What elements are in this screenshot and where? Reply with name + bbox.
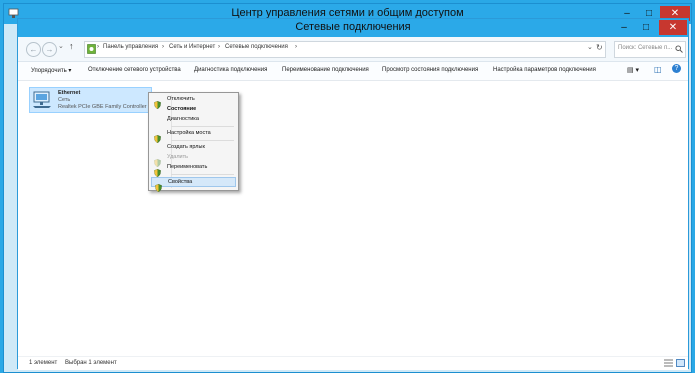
context-menu-separator bbox=[171, 174, 234, 175]
search-input[interactable]: Поиск: Сетевые п... bbox=[614, 41, 686, 58]
context-menu-item: Удалить bbox=[151, 153, 236, 168]
context-menu-item[interactable]: Настройка моста bbox=[151, 129, 236, 144]
status-item-count: 1 элемент bbox=[29, 360, 58, 366]
uac-shield-icon bbox=[154, 96, 161, 110]
context-menu-item[interactable]: Создать ярлык bbox=[151, 143, 236, 153]
recent-locations-button[interactable]: ⌄ bbox=[58, 42, 64, 50]
status-bar: 1 элемент Выбран 1 элемент bbox=[18, 356, 688, 370]
preview-pane-icon[interactable]: ◫ bbox=[654, 65, 662, 74]
main-titlebar[interactable]: Сетевые подключения – □ ✕ bbox=[18, 19, 688, 37]
up-button[interactable]: ↑ bbox=[69, 41, 74, 51]
command-bar: Упорядочить ▾ Отключение сетевого устрой… bbox=[18, 62, 688, 81]
tiles-view-icon[interactable] bbox=[676, 359, 685, 367]
network-adapter-icon bbox=[33, 91, 51, 108]
context-menu-item-label: Создать ярлык bbox=[167, 144, 205, 150]
context-menu-item[interactable]: Состояние bbox=[151, 105, 236, 115]
network-connections-window: Сетевые подключения – □ ✕ ← → ⌄ ↑ › Пане… bbox=[17, 18, 689, 370]
breadcrumb-separator: › bbox=[162, 44, 164, 50]
search-placeholder: Поиск: Сетевые п... bbox=[618, 45, 673, 51]
search-icon[interactable] bbox=[675, 45, 683, 53]
breadcrumb-control-panel[interactable]: Панель управления bbox=[103, 44, 158, 50]
context-menu-item-label: Переименовать bbox=[167, 164, 208, 170]
main-maximize-button[interactable]: □ bbox=[635, 20, 657, 35]
context-menu-item-label: Удалить bbox=[167, 154, 188, 160]
context-menu-item-label: Состояние bbox=[167, 106, 197, 112]
context-menu-item[interactable]: Свойства bbox=[151, 177, 236, 193]
connection-network: Сеть bbox=[58, 97, 71, 103]
context-menu: Отключить Состояние Диагностика Настройка м… bbox=[148, 92, 239, 193]
uac-shield-icon bbox=[154, 130, 161, 144]
back-button[interactable]: ← bbox=[26, 42, 41, 57]
diagnose-connection-button[interactable]: Диагностика подключения bbox=[194, 67, 267, 73]
view-options-icon[interactable]: ▤ ▾ bbox=[627, 66, 639, 74]
context-menu-separator bbox=[171, 140, 234, 141]
breadcrumb-separator: › bbox=[97, 44, 99, 50]
breadcrumb-network-internet[interactable]: Сеть и Интернет bbox=[169, 44, 215, 50]
control-panel-icon bbox=[87, 44, 96, 54]
uac-shield-icon bbox=[154, 164, 161, 178]
main-window-title: Сетевые подключения bbox=[295, 21, 411, 33]
main-minimize-button[interactable]: – bbox=[613, 20, 635, 35]
address-row: ← → ⌄ ↑ › Панель управления › Сеть и Инт… bbox=[18, 37, 688, 62]
context-menu-item-label: Свойства bbox=[168, 179, 193, 185]
address-dropdown-icon[interactable]: ⌄ bbox=[587, 43, 593, 51]
context-menu-item[interactable]: Диагностика bbox=[151, 115, 236, 125]
status-selected-count: Выбран 1 элемент bbox=[65, 360, 117, 366]
context-menu-item-label: Диагностика bbox=[167, 116, 199, 122]
forward-button[interactable]: → bbox=[42, 42, 57, 57]
view-status-button[interactable]: Просмотр состояния подключения bbox=[382, 67, 478, 73]
connection-item-ethernet[interactable]: Ethernet Сеть Realtek PCIe GBE Family Co… bbox=[29, 87, 152, 113]
connection-adapter: Realtek PCIe GBE Family Controller bbox=[58, 104, 147, 110]
help-icon[interactable]: ? bbox=[672, 64, 681, 73]
change-settings-button[interactable]: Настройка параметров подключения bbox=[493, 67, 596, 73]
uac-shield-icon bbox=[154, 154, 161, 168]
breadcrumb-separator: › bbox=[218, 44, 220, 50]
details-view-icon[interactable] bbox=[664, 359, 673, 367]
main-close-button[interactable]: ✕ bbox=[659, 20, 687, 35]
uac-shield-icon bbox=[155, 179, 162, 193]
context-menu-item[interactable]: Переименовать bbox=[151, 163, 236, 178]
rename-connection-button[interactable]: Переименование подключения bbox=[282, 67, 369, 73]
context-menu-item[interactable]: Отключить bbox=[151, 95, 236, 110]
disable-device-button[interactable]: Отключение сетевого устройства bbox=[88, 67, 181, 73]
context-menu-item-label: Настройка моста bbox=[167, 130, 211, 136]
organize-button[interactable]: Упорядочить ▾ bbox=[31, 67, 71, 74]
address-bar[interactable]: › Панель управления › Сеть и Интернет › … bbox=[84, 41, 606, 58]
connections-list: Ethernet Сеть Realtek PCIe GBE Family Co… bbox=[18, 81, 688, 356]
breadcrumb-network-connections[interactable]: Сетевые подключения bbox=[225, 44, 288, 50]
connection-name: Ethernet bbox=[58, 90, 81, 96]
context-menu-item-label: Отключить bbox=[167, 96, 195, 102]
refresh-icon[interactable]: ↻ bbox=[596, 43, 603, 52]
context-menu-separator bbox=[171, 126, 234, 127]
breadcrumb-separator: › bbox=[295, 44, 297, 50]
